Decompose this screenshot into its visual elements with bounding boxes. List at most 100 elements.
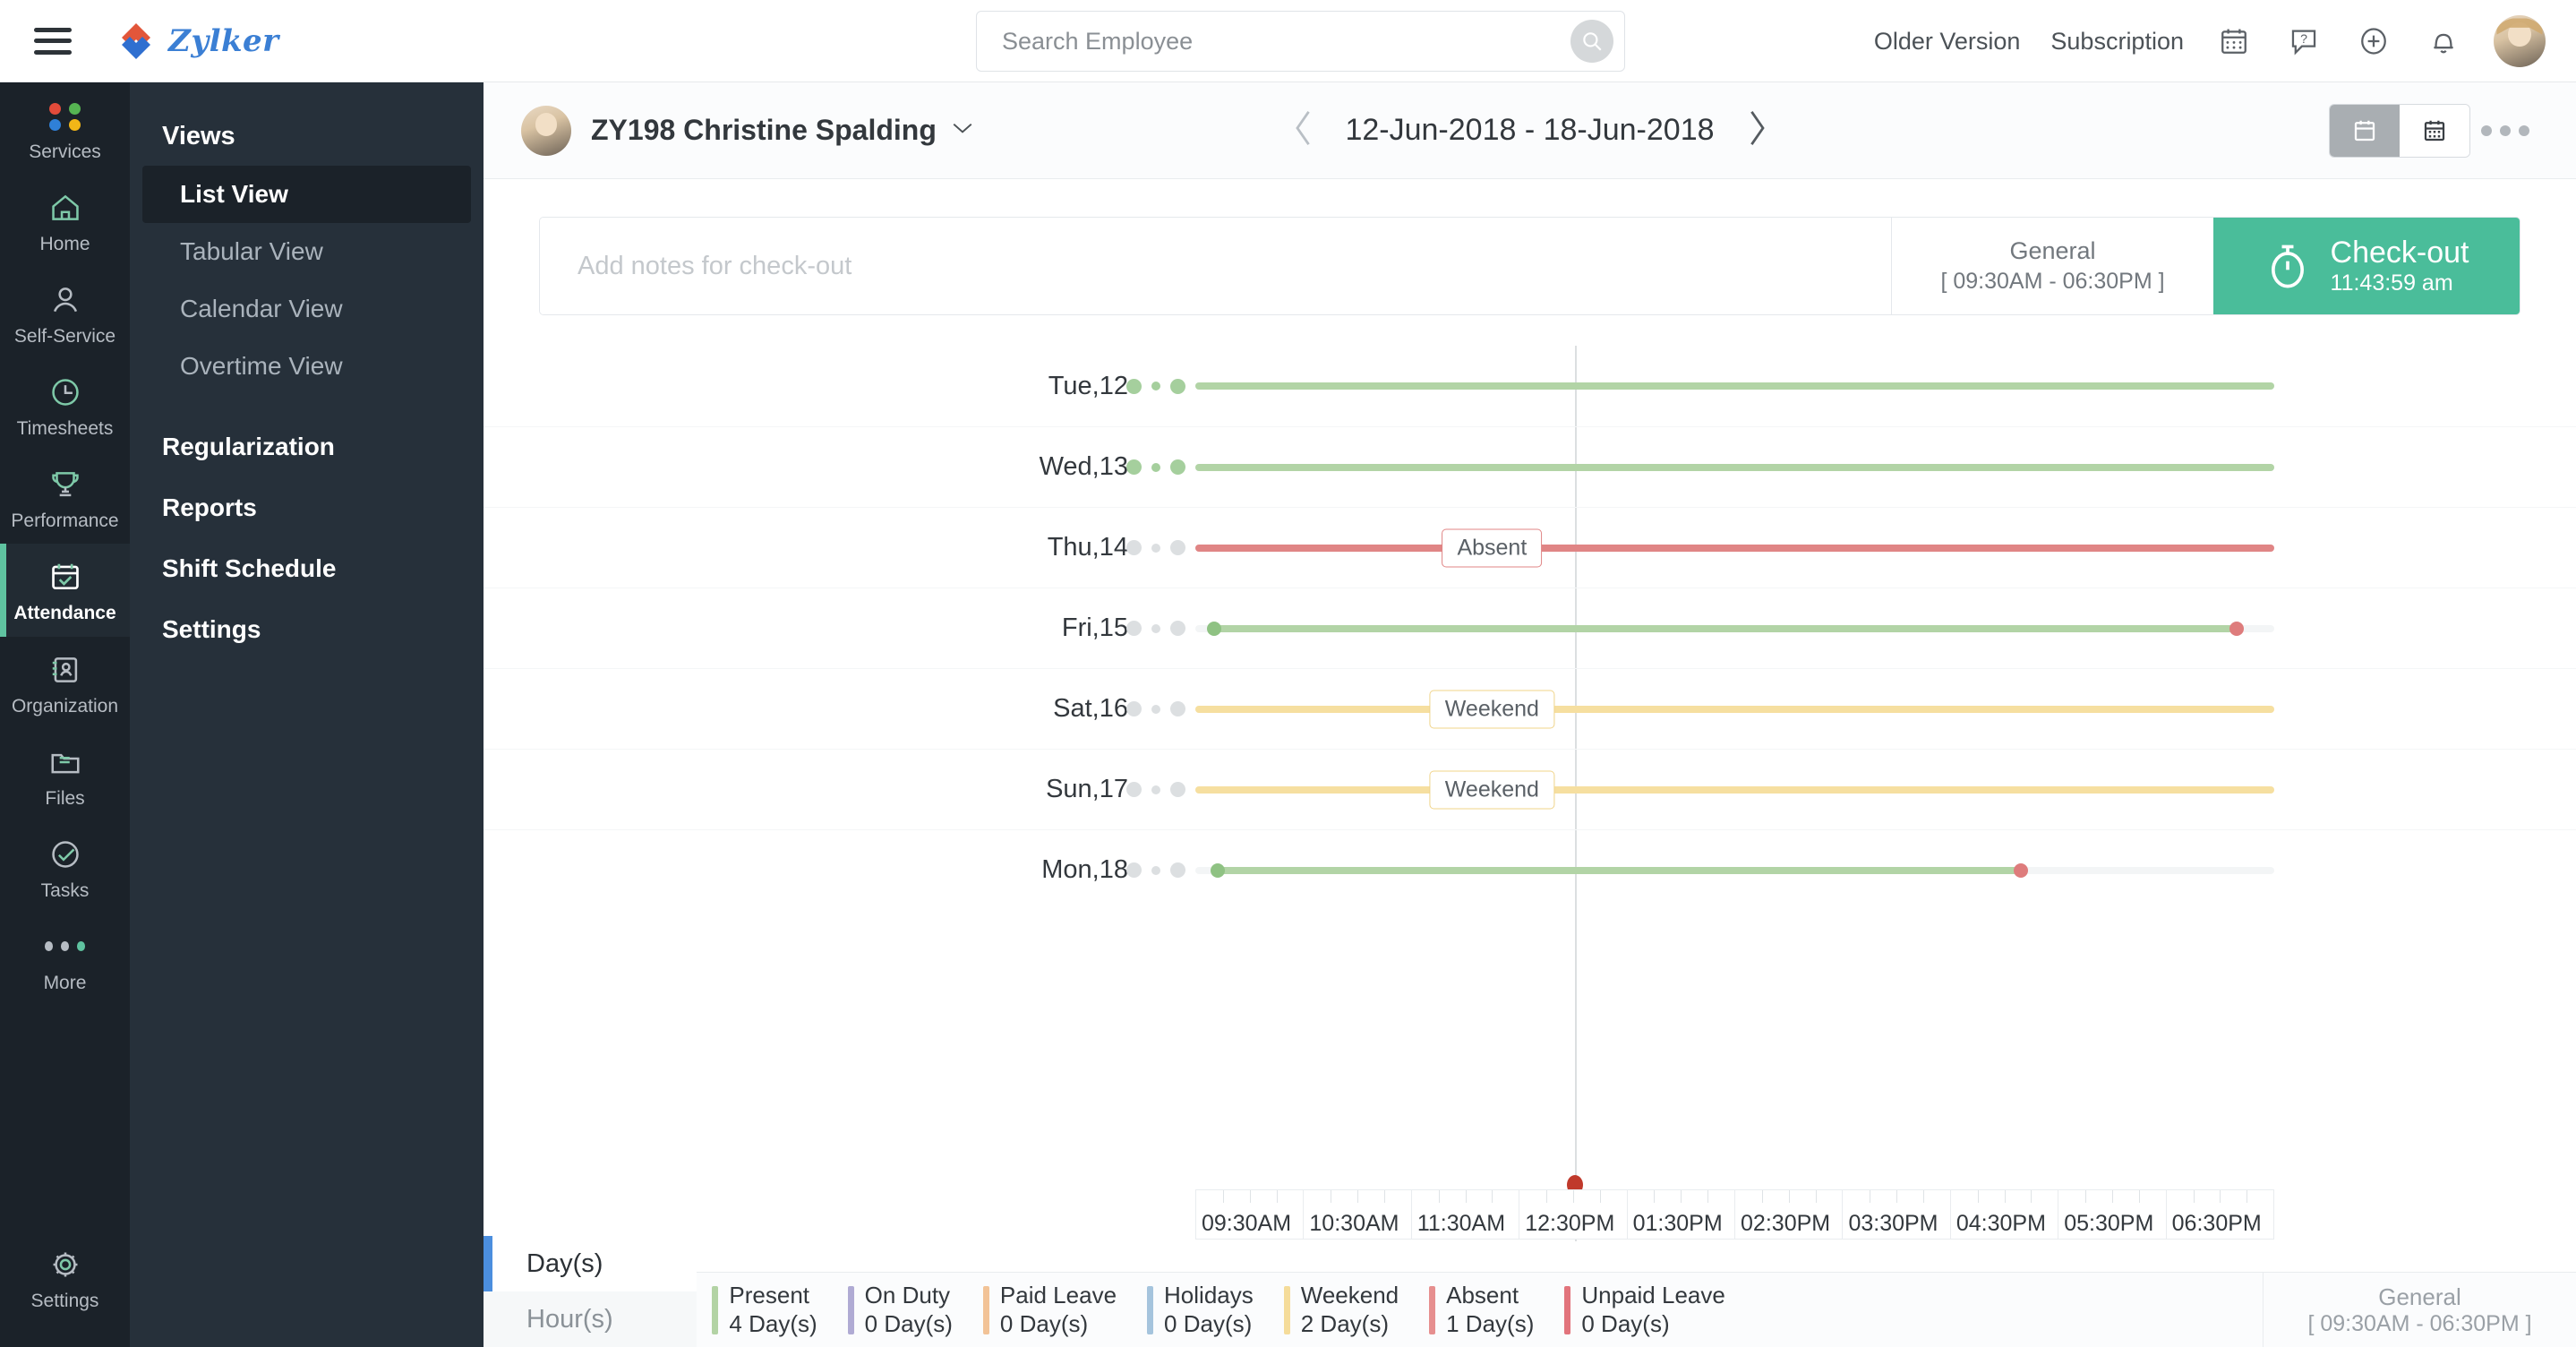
- day-label: Tue,12: [1048, 371, 1128, 400]
- timeline-track: [1195, 463, 2274, 471]
- legend-item: Present 4 Day(s): [712, 1282, 847, 1337]
- status-dot: [1151, 785, 1160, 794]
- legend-color-swatch: [1429, 1285, 1436, 1334]
- top-bar: Zylker Older Version Subscription: [0, 0, 2576, 82]
- primary-sidebar: Services Home Self-Service Timesheets Pe…: [0, 82, 130, 1347]
- chevron-down-icon[interactable]: [951, 120, 974, 141]
- sidebar-item-settings[interactable]: Settings: [0, 1231, 130, 1324]
- time-axis: 09:30AM 10:30AM 11:30AM 12:30PM 01:30PM 02:30…: [1195, 1189, 2274, 1240]
- sidebar-item-label: Self-Service: [13, 326, 116, 347]
- employee-name[interactable]: ZY198 Christine Spalding: [591, 114, 937, 147]
- sidebar-item-attendance[interactable]: Attendance: [0, 544, 130, 637]
- date-range-nav: 12-Jun-2018 - 18-Jun-2018: [1291, 109, 1767, 151]
- row-status-dots-left: [1126, 862, 1185, 878]
- hamburger-icon[interactable]: [34, 27, 72, 55]
- checkout-notes-input[interactable]: [540, 218, 1891, 314]
- status-dot: [1151, 704, 1160, 714]
- search-container: [976, 11, 1625, 72]
- add-plus-icon[interactable]: [2354, 21, 2393, 61]
- search-box[interactable]: [976, 11, 1625, 72]
- status-dot: [1126, 782, 1142, 797]
- legend-color-swatch: [1147, 1285, 1154, 1334]
- status-dot: [1151, 382, 1160, 390]
- more-horizontal-icon[interactable]: [2481, 124, 2529, 136]
- axis-tick-label: 12:30PM: [1525, 1211, 1615, 1236]
- brand-logo[interactable]: Zylker: [115, 20, 279, 63]
- status-dot: [1170, 701, 1185, 716]
- summary-bar: Payable Days4 Day(s)Present4 Day(s)On Du…: [484, 1272, 2576, 1347]
- sidebar-item-performance[interactable]: Performance: [0, 451, 130, 544]
- day-view-toggle[interactable]: [2330, 104, 2400, 157]
- sidebar-item-label: Performance: [11, 510, 119, 532]
- timeline-bar[interactable]: [1195, 463, 2274, 471]
- timeline-track: [1195, 382, 2274, 390]
- timeline-row[interactable]: Wed,1310:00 Hrs: [484, 426, 2576, 507]
- legend-item: Weekend 2 Day(s): [1283, 1282, 1429, 1337]
- shift-time: [ 09:30AM - 06:30PM ]: [1940, 269, 2165, 294]
- sidebar-item-label: Tasks: [40, 879, 90, 901]
- legend-label: Unpaid Leave: [1581, 1282, 1725, 1309]
- timeline-row[interactable]: Mon,1807:00 Hrs: [484, 829, 2576, 910]
- day-label: Thu,14: [1047, 533, 1128, 562]
- legend-value: 2 Day(s): [1300, 1309, 1389, 1337]
- axis-tick: 09:30AM: [1196, 1190, 1305, 1239]
- axis-tick-label: 09:30AM: [1202, 1211, 1292, 1236]
- older-version-link[interactable]: Older Version: [1874, 28, 2021, 56]
- help-chat-icon[interactable]: ?: [2284, 21, 2324, 61]
- subnav-item-settings[interactable]: Settings: [130, 599, 484, 660]
- view-toggle-group: [2329, 103, 2470, 158]
- day-label: Fri,15: [1061, 613, 1128, 642]
- sidebar-item-services[interactable]: Services: [0, 82, 130, 175]
- timeline-row[interactable]: Tue,1211:00 Hrs: [484, 346, 2576, 426]
- employee-header: ZY198 Christine Spalding 12-Jun-2018 - 1…: [484, 82, 2576, 179]
- subnav-item-shift-schedule[interactable]: Shift Schedule: [130, 538, 484, 599]
- sidebar-item-self-service[interactable]: Self-Service: [0, 267, 130, 359]
- timeline-row[interactable]: Fri,1508:43 Hrs: [484, 588, 2576, 668]
- axis-tick-label: 03:30PM: [1848, 1211, 1938, 1236]
- check-out-button[interactable]: Check-out 11:43:59 am: [2213, 218, 2520, 314]
- timeline-row[interactable]: Sat,16Weekend00:00 Hrs: [484, 668, 2576, 749]
- axis-minor-ticks: [1843, 1190, 1949, 1206]
- tab-days[interactable]: Day(s): [484, 1236, 697, 1291]
- chevron-right-icon[interactable]: [1745, 109, 1768, 151]
- subnav-item-overtime-view[interactable]: Overtime View: [130, 338, 484, 395]
- search-input[interactable]: [1002, 27, 1570, 56]
- timeline-bar[interactable]: [1195, 785, 2274, 794]
- legend-color-swatch: [1564, 1285, 1571, 1334]
- chevron-left-icon[interactable]: [1291, 109, 1314, 151]
- sidebar-item-timesheets[interactable]: Timesheets: [0, 359, 130, 451]
- timeline-track: Absent: [1195, 528, 2274, 567]
- subnav-item-list-view[interactable]: List View: [142, 166, 471, 223]
- timeline-bar[interactable]: [1195, 705, 2274, 713]
- sidebar-item-tasks[interactable]: Tasks: [0, 821, 130, 914]
- sidebar-item-more[interactable]: More: [0, 914, 130, 1006]
- notification-bell-icon[interactable]: [2424, 21, 2463, 61]
- subscription-link[interactable]: Subscription: [2050, 28, 2184, 56]
- status-badge: Absent: [1442, 528, 1543, 567]
- subnav-item-calendar-view[interactable]: Calendar View: [130, 280, 484, 338]
- secondary-sidebar: Views List View Tabular View Calendar Vi…: [130, 82, 484, 1347]
- timeline-bar[interactable]: [1195, 382, 2274, 390]
- timeline-row[interactable]: Thu,14Absent00:00 Hrs: [484, 507, 2576, 588]
- search-icon[interactable]: [1570, 20, 1613, 63]
- sidebar-item-label: More: [43, 972, 87, 993]
- subnav-item-tabular-view[interactable]: Tabular View: [130, 223, 484, 280]
- legend-label: Holidays: [1164, 1282, 1254, 1309]
- sidebar-item-home[interactable]: Home: [0, 175, 130, 267]
- bottom-shift-name: General: [2378, 1283, 2461, 1310]
- attendance-timeline: Tue,1211:00 HrsWed,1310:00 Hrs Thu,14 Abse…: [484, 346, 2576, 1295]
- calendar-icon[interactable]: [2214, 21, 2254, 61]
- legend-color-swatch: [712, 1285, 719, 1334]
- timeline-bar[interactable]: [1214, 866, 2021, 874]
- timeline-bar[interactable]: [1195, 544, 2274, 552]
- timeline-bar[interactable]: [1211, 624, 2237, 632]
- tab-hours[interactable]: Hour(s): [484, 1291, 697, 1347]
- subnav-item-reports[interactable]: Reports: [130, 477, 484, 538]
- sidebar-item-organization[interactable]: Organization: [0, 637, 130, 729]
- timeline-row[interactable]: Sun,17Weekend00:00 Hrs: [484, 749, 2576, 829]
- sidebar-item-files[interactable]: Files: [0, 729, 130, 821]
- status-dot: [1170, 459, 1185, 475]
- avatar[interactable]: [2494, 15, 2546, 67]
- month-view-toggle[interactable]: [2400, 104, 2469, 157]
- subnav-item-regularization[interactable]: Regularization: [130, 416, 484, 477]
